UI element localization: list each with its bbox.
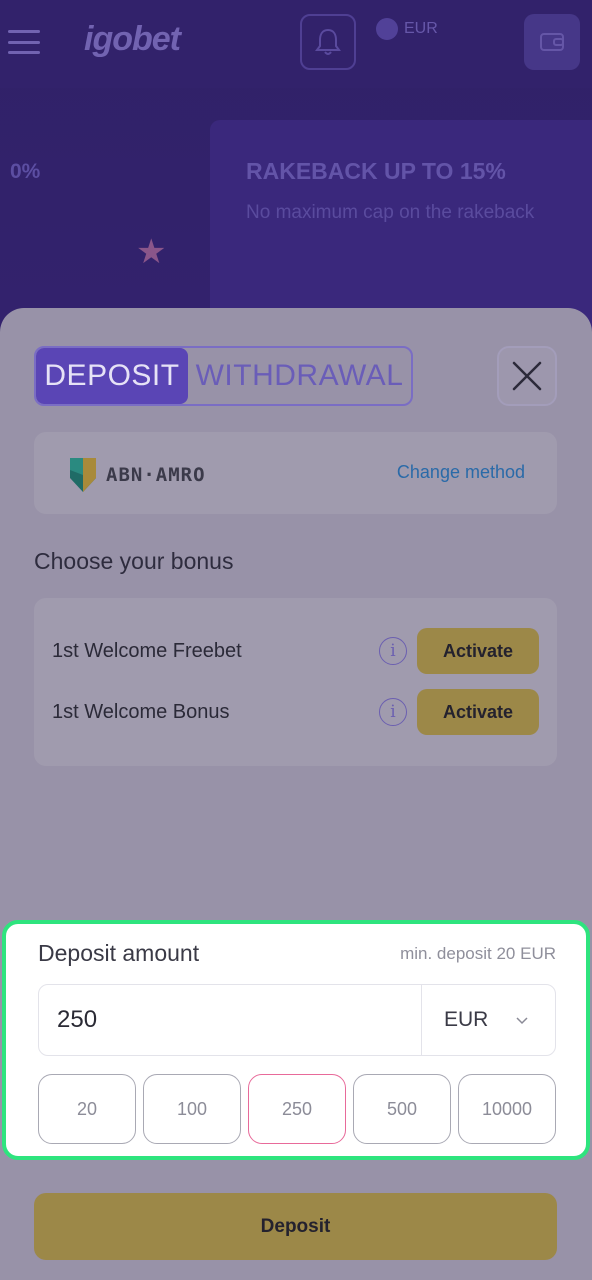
preset-amount-button[interactable]: 20 xyxy=(38,1074,136,1144)
bonus-name: 1st Welcome Freebet xyxy=(52,639,242,662)
preset-amount-button-selected[interactable]: 250 xyxy=(248,1074,346,1144)
preset-amount-button[interactable]: 100 xyxy=(143,1074,241,1144)
deposit-amount-title: Deposit amount xyxy=(38,940,200,966)
bonus-heading: Choose your bonus xyxy=(34,548,234,574)
amount-field: EUR xyxy=(38,984,556,1056)
currency-value: EUR xyxy=(444,1008,489,1031)
deposit-amount-panel: Deposit amount min. deposit 20 EUR EUR 2… xyxy=(2,920,590,1160)
close-button[interactable] xyxy=(497,346,557,406)
bonus-name: 1st Welcome Bonus xyxy=(52,700,230,723)
min-deposit-label: min. deposit 20 EUR xyxy=(400,944,556,963)
bonus-row-freebet: 1st Welcome Freebet i Activate xyxy=(52,628,539,674)
info-icon[interactable]: i xyxy=(379,637,407,665)
chevron-down-icon xyxy=(516,1016,528,1024)
deposit-button[interactable]: Deposit xyxy=(34,1193,557,1260)
tab-withdrawal[interactable]: WITHDRAWAL xyxy=(188,348,411,404)
amount-presets: 20 100 250 500 10000 xyxy=(38,1074,556,1144)
close-icon xyxy=(512,361,542,391)
bonus-list: 1st Welcome Freebet i Activate 1st Welco… xyxy=(34,598,557,766)
currency-select[interactable]: EUR xyxy=(421,985,555,1055)
info-icon[interactable]: i xyxy=(379,698,407,726)
bank-logo: ABN·AMRO xyxy=(70,458,206,492)
preset-amount-button[interactable]: 10000 xyxy=(458,1074,556,1144)
payment-tabs: DEPOSIT WITHDRAWAL xyxy=(34,346,413,406)
activate-button[interactable]: Activate xyxy=(417,628,539,674)
bonus-row-welcome-bonus: 1st Welcome Bonus i Activate xyxy=(52,689,539,735)
preset-amount-button[interactable]: 500 xyxy=(353,1074,451,1144)
activate-button[interactable]: Activate xyxy=(417,689,539,735)
bank-name: ABN·AMRO xyxy=(106,464,206,486)
change-method-link[interactable]: Change method xyxy=(397,462,525,483)
payment-method-card: ABN·AMRO Change method xyxy=(34,432,557,514)
abn-amro-shield-icon xyxy=(70,458,96,492)
tab-deposit[interactable]: DEPOSIT xyxy=(36,348,188,404)
amount-input[interactable] xyxy=(39,985,421,1055)
